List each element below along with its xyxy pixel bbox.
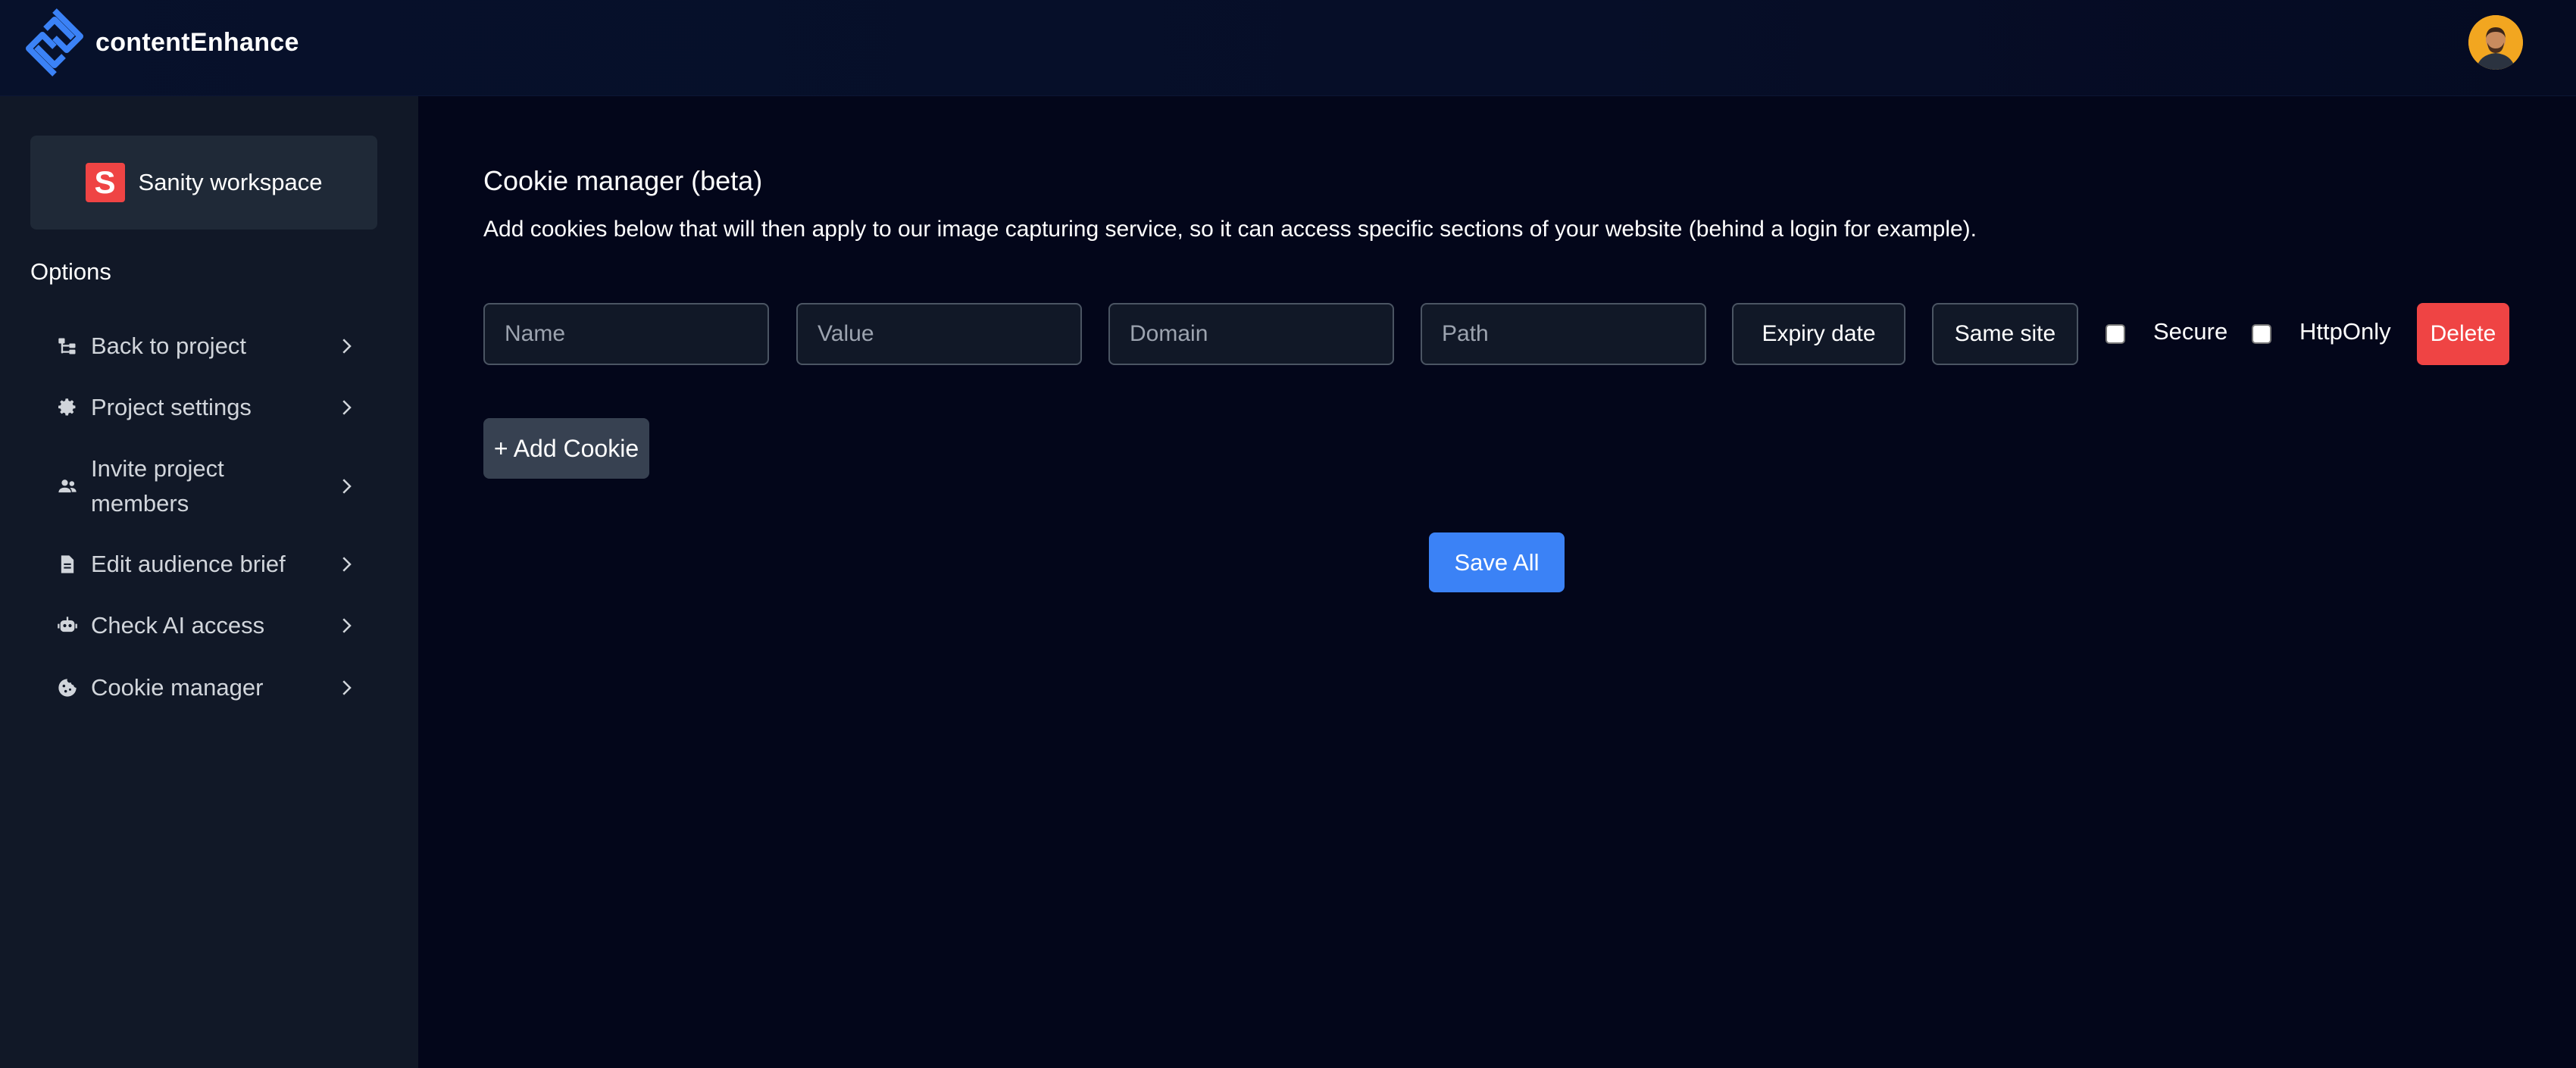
chevron-right-icon <box>335 396 358 419</box>
httponly-checkbox[interactable] <box>2252 324 2271 344</box>
brand-logo[interactable]: contentEnhance <box>20 6 299 79</box>
sidebar-item-back-to-project[interactable]: Back to project <box>55 329 358 364</box>
save-all-button[interactable]: Save All <box>1429 532 1565 592</box>
workspace-logo: S <box>85 163 125 202</box>
cookie-value-input[interactable] <box>796 303 1082 365</box>
chevron-right-icon <box>335 614 358 637</box>
page-title: Cookie manager (beta) <box>483 165 763 196</box>
delete-cookie-button[interactable]: Delete <box>2417 303 2509 365</box>
delete-label: Delete <box>2430 321 2496 346</box>
cookie-name-input[interactable] <box>483 303 769 365</box>
sidebar-item-label: Back to project <box>91 333 247 359</box>
httponly-label: HttpOnly <box>2299 318 2391 345</box>
same-site-label: Same site <box>1954 321 2056 346</box>
page-description: Add cookies below that will then apply t… <box>483 217 1977 242</box>
sidebar-item-label: Check AI access <box>91 612 265 639</box>
robot-icon <box>55 613 80 639</box>
chevron-right-icon <box>335 553 358 576</box>
people-icon <box>55 473 80 499</box>
secure-label: Secure <box>2153 318 2228 345</box>
chevron-right-icon <box>335 676 358 699</box>
sidebar-item-project-settings[interactable]: Project settings <box>55 390 358 425</box>
add-cookie-label: + Add Cookie <box>493 434 639 462</box>
brand-name: contentEnhance <box>95 27 299 57</box>
secure-checkbox[interactable] <box>2106 324 2125 344</box>
hierarchy-icon <box>55 333 80 359</box>
cookie-icon <box>55 675 80 701</box>
chevron-right-icon <box>335 335 358 358</box>
expiry-date-picker[interactable]: Expiry date <box>1732 303 1905 365</box>
same-site-select[interactable]: Same site <box>1932 303 2078 365</box>
workspace-switcher[interactable]: S Sanity workspace <box>30 136 377 230</box>
document-icon <box>55 551 80 577</box>
content-enhance-logo-icon <box>26 8 83 77</box>
sidebar-item-edit-audience-brief[interactable]: Edit audience brief <box>55 547 358 582</box>
sidebar-item-label: Cookie manager <box>91 674 264 701</box>
chevron-right-icon <box>335 475 358 498</box>
top-header: contentEnhance <box>0 0 2576 96</box>
sidebar-item-label: Project settings <box>91 394 252 420</box>
sidebar: S Sanity workspace Options Back to proje… <box>0 96 418 1068</box>
cookie-domain-input[interactable] <box>1108 303 1394 365</box>
sidebar-item-label: Invite project members <box>91 455 224 517</box>
workspace-logo-letter: S <box>94 164 116 200</box>
gear-icon <box>55 395 80 420</box>
workspace-name: Sanity workspace <box>138 169 323 195</box>
cookie-path-input[interactable] <box>1421 303 1706 365</box>
sidebar-item-label: Edit audience brief <box>91 551 286 577</box>
user-avatar[interactable] <box>2468 15 2523 70</box>
expiry-date-label: Expiry date <box>1762 321 1876 346</box>
sidebar-item-invite-members[interactable]: Invite project members <box>55 451 358 521</box>
save-all-label: Save All <box>1454 548 1540 576</box>
avatar-image <box>2468 15 2523 70</box>
sidebar-item-cookie-manager[interactable]: Cookie manager <box>55 670 358 705</box>
options-heading: Options <box>30 258 111 285</box>
add-cookie-button[interactable]: + Add Cookie <box>483 418 649 479</box>
sidebar-item-check-ai-access[interactable]: Check AI access <box>55 608 358 643</box>
